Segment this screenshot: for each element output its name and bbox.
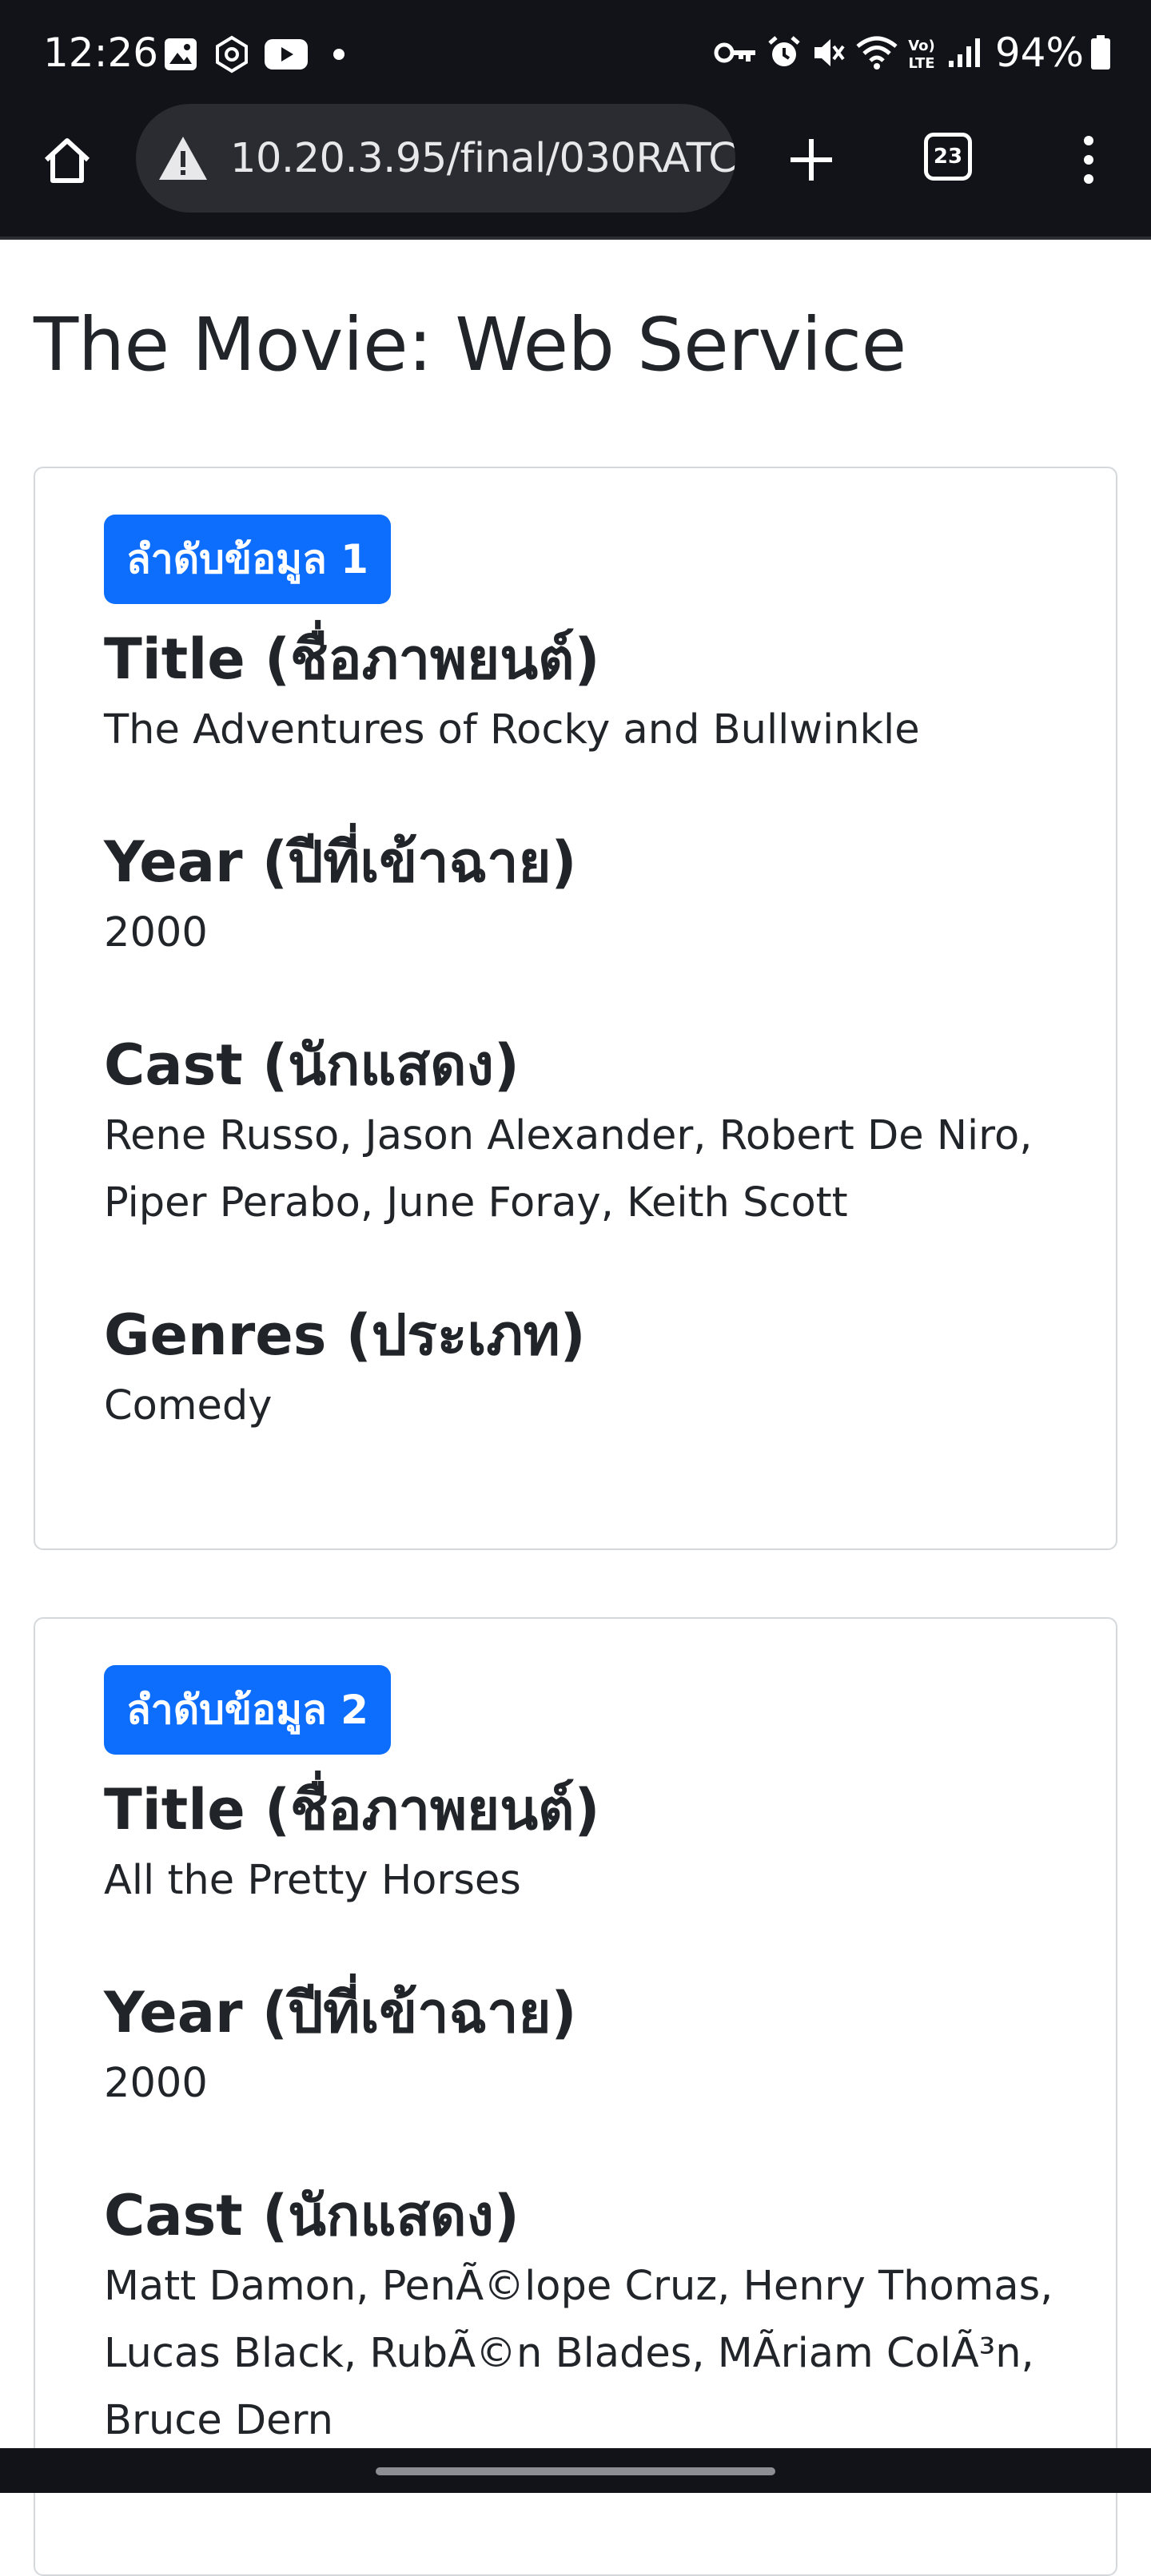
year-label: Year (ปีที่เข้าฉาย) (104, 829, 577, 895)
record-badge: ลำดับข้อมูล 1 (104, 515, 391, 604)
title-value: The Adventures of Rocky and Bullwinkle (104, 706, 920, 753)
status-left-icons (163, 34, 345, 75)
sync-icon (216, 35, 248, 74)
cast-value: Matt Damon, PenÃ©lope Cruz, Henry Thomas… (104, 2263, 1053, 2444)
home-button[interactable] (35, 128, 99, 192)
svg-text:LTE: LTE (908, 55, 934, 71)
title-label: Title (ชื่อภาพยนต์) (104, 626, 600, 692)
cast-label: Cast (นักแสดง) (104, 2183, 520, 2248)
new-tab-button[interactable] (779, 128, 843, 192)
year-label: Year (ปีที่เข้าฉาย) (104, 1980, 577, 2045)
toolbar-divider (0, 237, 1151, 240)
home-icon (44, 138, 90, 183)
record-badge: ลำดับข้อมูล 2 (104, 1665, 391, 1755)
movie-card: ลำดับข้อมูล 1 Title (ชื่อภาพยนต์) The Ad… (34, 467, 1117, 1550)
status-time: 12:26 (43, 30, 159, 76)
year-value: 2000 (104, 909, 208, 956)
mute-icon (814, 39, 845, 66)
plus-icon (791, 139, 832, 181)
dot-icon (333, 49, 345, 60)
gesture-handle[interactable] (376, 2467, 775, 2475)
svg-text:Vo): Vo) (908, 38, 935, 54)
alarm-icon (768, 36, 800, 66)
status-right-icons: Vo) LTE 94% (714, 29, 1111, 77)
warning-icon[interactable] (157, 132, 209, 185)
genres-value: Comedy (104, 1382, 273, 1429)
genres-label: Genres (ประเภท) (104, 1302, 586, 1368)
battery-percentage: 94% (994, 30, 1084, 76)
battery-icon (1091, 35, 1110, 70)
title-label: Title (ชื่อภาพยนต์) (104, 1777, 600, 1843)
browser-menu-button[interactable] (1057, 128, 1121, 192)
movie-card: ลำดับข้อมูล 2 Title (ชื่อภาพยนต์) All th… (34, 1617, 1117, 2576)
cast-value: Rene Russo, Jason Alexander, Robert De N… (104, 1112, 1033, 1226)
address-bar[interactable]: 10.20.3.95/final/030RATC (136, 104, 735, 213)
page-title: The Movie: Web Service (34, 302, 906, 388)
title-value: All the Pretty Horses (104, 1857, 521, 1904)
youtube-icon (265, 39, 308, 70)
volte-icon: Vo) LTE (908, 38, 935, 71)
tab-switcher-button[interactable]: 23 (924, 133, 972, 181)
cast-label: Cast (นักแสดง) (104, 1032, 520, 1098)
signal-icon (948, 38, 980, 67)
gallery-icon (165, 38, 197, 70)
vpn-key-icon (714, 42, 755, 63)
year-value: 2000 (104, 2060, 208, 2107)
status-bar: 12:26 Vo) LTE 94% (0, 0, 1151, 107)
more-vert-icon (1084, 136, 1093, 184)
url-text[interactable]: 10.20.3.95/final/030RATC (230, 135, 735, 182)
wifi-icon (856, 36, 898, 70)
